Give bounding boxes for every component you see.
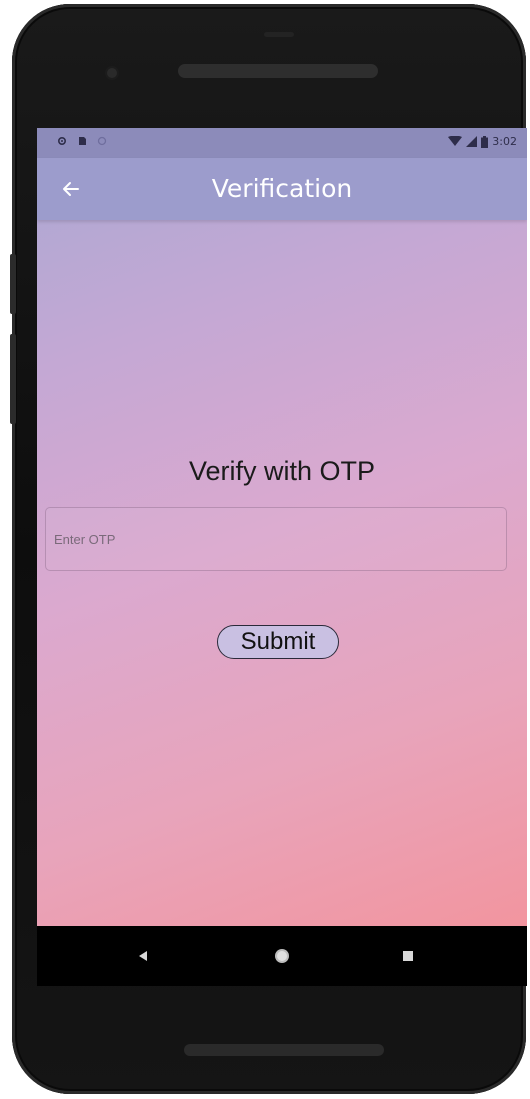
wifi-icon bbox=[448, 136, 463, 146]
nav-home-button[interactable] bbox=[268, 942, 296, 970]
signal-icon bbox=[466, 136, 478, 147]
sync-icon bbox=[97, 136, 107, 146]
sd-card-icon bbox=[79, 137, 86, 145]
app-bar: Verification bbox=[37, 158, 527, 220]
front-camera bbox=[107, 68, 117, 78]
device-screen: 3:02 Verification Verify with OTP Submit bbox=[37, 128, 527, 926]
earpiece-speaker bbox=[178, 64, 378, 78]
recents-square-icon bbox=[403, 951, 413, 961]
page-title: Verification bbox=[211, 174, 353, 203]
back-triangle-icon bbox=[139, 951, 147, 961]
nav-back-button[interactable] bbox=[129, 942, 157, 970]
status-icons-left bbox=[57, 136, 107, 146]
power-button bbox=[10, 254, 16, 314]
nav-recents-button[interactable] bbox=[394, 942, 422, 970]
status-bar: 3:02 bbox=[37, 128, 527, 158]
nav-bar bbox=[37, 926, 527, 986]
submit-button[interactable]: Submit bbox=[217, 625, 339, 659]
settings-icon bbox=[57, 136, 67, 146]
volume-button bbox=[10, 334, 16, 424]
status-time: 3:02 bbox=[492, 135, 517, 148]
otp-input[interactable] bbox=[45, 507, 507, 571]
microphone bbox=[264, 32, 294, 37]
verify-heading: Verify with OTP bbox=[188, 456, 376, 486]
battery-icon bbox=[481, 135, 489, 148]
bottom-speaker bbox=[184, 1044, 384, 1056]
status-icons-right: 3:02 bbox=[448, 135, 517, 148]
home-circle-icon bbox=[275, 949, 289, 963]
